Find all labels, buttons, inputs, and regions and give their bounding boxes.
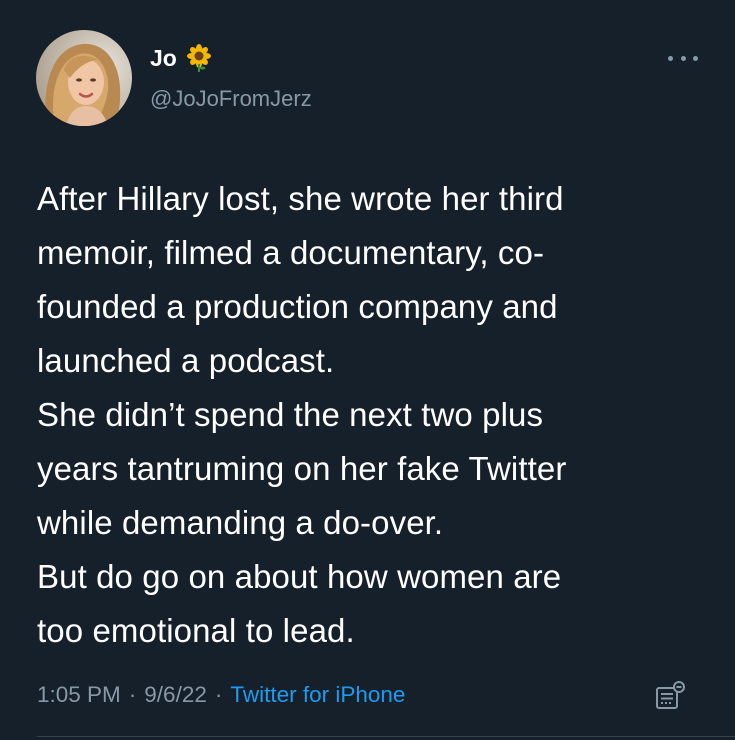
avatar-photo (36, 30, 132, 126)
tweet-text-line: too emotional to lead. (37, 612, 355, 649)
tweet-date[interactable]: 9/6/22 (144, 682, 207, 708)
tweet-source-link[interactable]: Twitter for iPhone (230, 682, 405, 708)
tweet-text-line: while demanding a do-over. (37, 504, 444, 541)
author-name-row: Jo (150, 44, 213, 72)
sunflower-icon (185, 44, 213, 72)
analytics-icon[interactable] (655, 680, 687, 712)
meta-separator: · (214, 682, 223, 707)
author-handle[interactable]: @JoJoFromJerz (150, 86, 312, 112)
tweet-text-line: After Hillary lost, she wrote her third (37, 180, 564, 217)
tweet-meta: 1:05 PM · 9/6/22 · Twitter for iPhone (37, 682, 405, 708)
tweet-text: After Hillary lost, she wrote her third … (37, 172, 697, 658)
tweet-text-line: years tantruming on her fake Twitter (37, 450, 567, 487)
tweet-text-line: She didn’t spend the next two plus (37, 396, 544, 433)
tweet-time[interactable]: 1:05 PM (37, 682, 121, 708)
tweet-text-line: launched a podcast. (37, 342, 335, 379)
more-horizontal-icon[interactable] (668, 48, 698, 68)
tweet-text-line: But do go on about how women are (37, 558, 562, 595)
display-name[interactable]: Jo (150, 45, 177, 72)
divider (37, 736, 735, 737)
tweet-text-line: memoir, filmed a documentary, co- (37, 234, 545, 271)
tweet-text-line: founded a production company and (37, 288, 558, 325)
meta-separator: · (128, 682, 137, 707)
avatar[interactable] (36, 30, 132, 126)
tweet-card: Jo @JoJoFromJerz After Hillary lost, she… (0, 0, 735, 740)
